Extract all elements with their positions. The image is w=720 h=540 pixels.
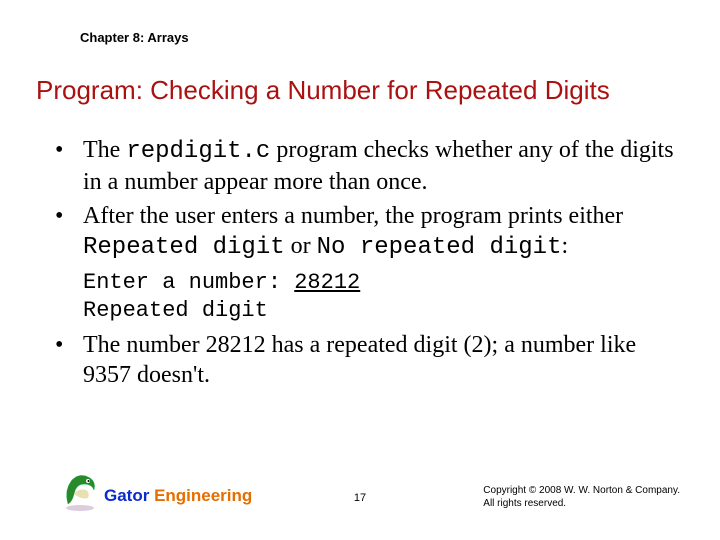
bullet-2: • After the user enters a number, the pr…: [55, 201, 680, 263]
code-example: Enter a number: 28212 Repeated digit: [83, 269, 680, 324]
text-fragment: or: [285, 233, 317, 259]
text-fragment: After the user enters a number, the prog…: [83, 203, 623, 229]
chapter-label: Chapter 8: Arrays: [80, 30, 189, 45]
bullet-text: After the user enters a number, the prog…: [83, 201, 680, 263]
code-output: Repeated digit: [83, 234, 285, 261]
text-fragment: The: [83, 137, 126, 163]
copyright-notice: Copyright © 2008 W. W. Norton & Company.…: [483, 485, 680, 510]
code-output: No repeated digit: [317, 234, 562, 261]
bullet-text: The repdigit.c program checks whether an…: [83, 135, 680, 197]
bullet-1: • The repdigit.c program checks whether …: [55, 135, 680, 197]
copyright-line-2: All rights reserved.: [483, 498, 680, 511]
bullet-marker: •: [55, 330, 83, 390]
bullet-marker: •: [55, 201, 83, 263]
slide-title: Program: Checking a Number for Repeated …: [36, 75, 610, 106]
bullet-marker: •: [55, 135, 83, 197]
user-input: 28212: [294, 270, 360, 295]
code-filename: repdigit.c: [126, 138, 270, 165]
bullet-text: The number 28212 has a repeated digit (2…: [83, 330, 680, 390]
bullet-3: • The number 28212 has a repeated digit …: [55, 330, 680, 390]
prompt-text: Enter a number:: [83, 270, 294, 295]
gator-logo-icon: [60, 470, 100, 512]
slide-body: • The repdigit.c program checks whether …: [55, 135, 680, 394]
text-fragment: :: [561, 233, 568, 259]
example-line-2: Repeated digit: [83, 297, 680, 325]
example-line-1: Enter a number: 28212: [83, 269, 680, 297]
copyright-line-1: Copyright © 2008 W. W. Norton & Company.: [483, 485, 680, 498]
